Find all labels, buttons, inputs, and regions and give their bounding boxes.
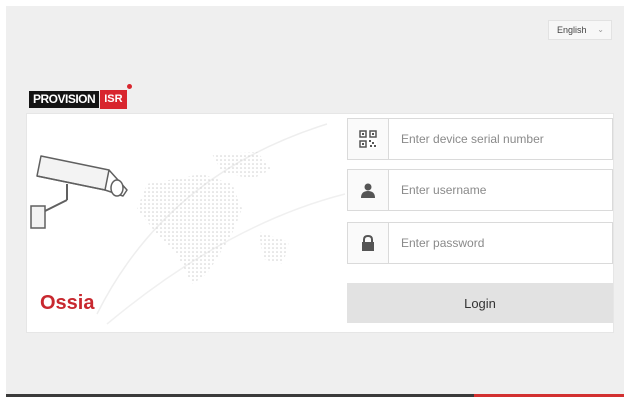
user-icon [348, 170, 389, 210]
bottom-divider [6, 394, 624, 397]
product-name: Ossia [40, 292, 95, 314]
qr-code-icon [348, 119, 389, 159]
username-input[interactable] [389, 170, 612, 210]
security-camera-icon [30, 155, 128, 229]
chevron-down-icon: ⌄ [597, 25, 604, 34]
login-button[interactable]: Login [347, 283, 613, 323]
serial-number-field[interactable] [347, 118, 613, 160]
language-select-value: English [557, 25, 587, 35]
brand-badge: ISR [100, 89, 127, 109]
brand-wordmark: PROVISION [29, 90, 100, 108]
login-card: Ossia Enter device serial number Enter u… [26, 113, 614, 333]
brand-logo: PROVISION ISR [29, 84, 132, 109]
serial-number-input[interactable] [389, 119, 612, 159]
registered-mark-icon [126, 84, 132, 89]
password-input[interactable] [389, 223, 612, 263]
password-field[interactable] [347, 222, 613, 264]
language-select[interactable]: English ⌄ [548, 20, 612, 40]
username-field[interactable] [347, 169, 613, 211]
lock-icon [348, 223, 389, 263]
bottom-divider-accent [474, 394, 624, 397]
